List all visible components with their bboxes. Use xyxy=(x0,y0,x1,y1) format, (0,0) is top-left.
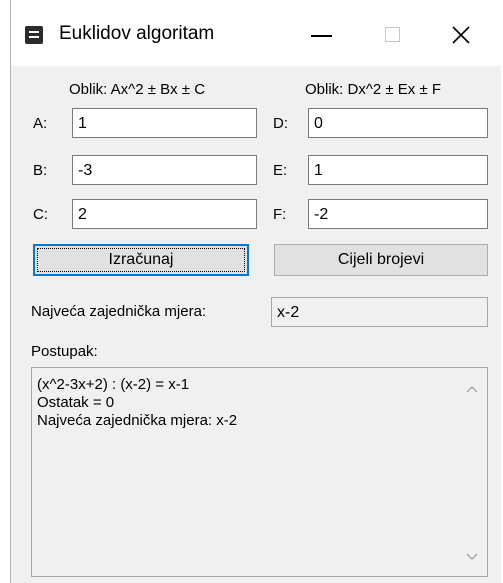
maximize-icon[interactable] xyxy=(363,14,423,58)
steps-line: (x^2-3x+2) : (x-2) = x-1 xyxy=(37,376,190,393)
steps-line: Najveća zajednička mjera: x-2 xyxy=(37,412,238,429)
input-d[interactable]: 0 xyxy=(308,108,488,138)
label-e: E: xyxy=(273,162,288,179)
focus-rectangle xyxy=(37,248,245,272)
gcd-result-field[interactable]: x-2 xyxy=(271,297,488,327)
vertical-scrollbar[interactable] xyxy=(458,369,486,575)
calculate-button[interactable]: Izračunaj xyxy=(33,244,249,276)
integers-button[interactable]: Cijeli brojevi xyxy=(274,244,488,276)
scroll-down-icon[interactable] xyxy=(466,553,478,561)
label-d: D: xyxy=(273,115,288,132)
form-header-right: Oblik: Dx^2 ± Ex ± F xyxy=(305,81,442,98)
app-window: Euklidov algoritam Oblik: Ax^2 ± Bx ± C … xyxy=(10,0,502,583)
form-icon xyxy=(25,26,43,44)
input-b[interactable]: -3 xyxy=(72,155,257,185)
gcd-label: Najveća zajednička mjera: xyxy=(31,303,207,320)
label-a: A: xyxy=(33,115,48,132)
label-f: F: xyxy=(273,206,287,223)
input-c[interactable]: 2 xyxy=(72,199,257,229)
steps-label: Postupak: xyxy=(31,343,98,360)
label-b: B: xyxy=(33,162,48,179)
input-f[interactable]: -2 xyxy=(308,199,488,229)
input-a[interactable]: 1 xyxy=(72,108,257,138)
integers-button-label: Cijeli brojevi xyxy=(337,251,425,268)
minimize-icon[interactable] xyxy=(296,14,356,58)
input-e[interactable]: 1 xyxy=(308,155,488,185)
form-header-left: Oblik: Ax^2 ± Bx ± C xyxy=(69,81,206,98)
steps-textarea[interactable]: (x^2-3x+2) : (x-2) = x-1 Ostatak = 0 Naj… xyxy=(31,367,488,577)
title-bar[interactable]: Euklidov algoritam xyxy=(11,0,502,66)
scroll-up-icon[interactable] xyxy=(466,385,478,393)
window-title: Euklidov algoritam xyxy=(59,23,215,44)
label-c: C: xyxy=(33,206,48,223)
steps-line: Ostatak = 0 xyxy=(37,394,115,411)
close-icon[interactable] xyxy=(441,14,501,58)
